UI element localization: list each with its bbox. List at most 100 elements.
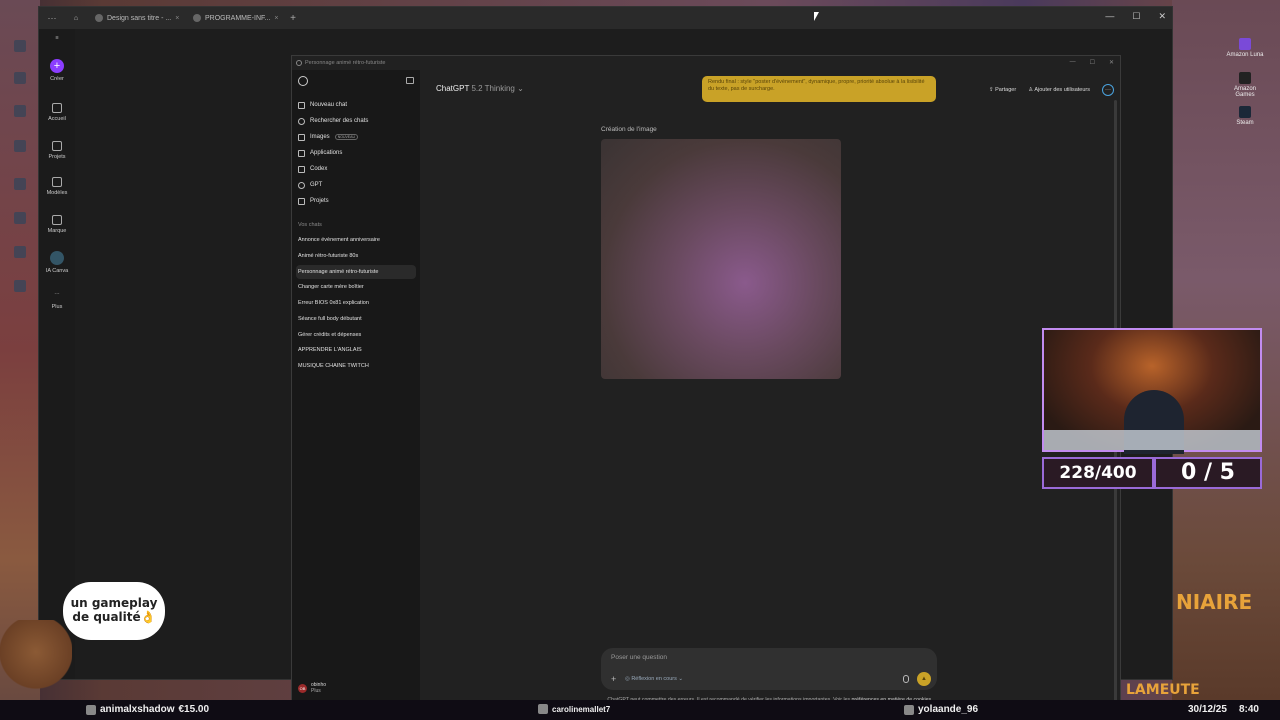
- desktop-icon[interactable]: [0, 72, 40, 86]
- sidebar-toggle-icon[interactable]: [406, 77, 414, 84]
- clock: 30/12/25 8:40: [1188, 704, 1259, 715]
- codex-button[interactable]: Codex: [298, 162, 414, 176]
- search-icon: [298, 117, 305, 125]
- steam-shortcut[interactable]: Steam: [1224, 106, 1266, 126]
- lameute-logo: LAMEUTE: [1126, 682, 1200, 698]
- minimize-icon[interactable]: —: [1070, 59, 1076, 66]
- canva-brand-button[interactable]: Marque: [39, 215, 75, 234]
- tab-label: PROGRAMME-INF...: [205, 14, 271, 22]
- chats-heading: Vos chats: [298, 222, 322, 228]
- sub-alert: yolaande_96: [904, 704, 978, 715]
- plus-icon[interactable]: +: [611, 674, 616, 684]
- chat-item[interactable]: Erreur BIOS 0x81 explication: [298, 296, 418, 310]
- canva-item-label: Créer: [50, 76, 64, 82]
- add-users-button[interactable]: ♙ Ajouter des utilisateurs: [1028, 87, 1090, 93]
- template-icon: [52, 177, 62, 187]
- gpt-button[interactable]: GPT: [298, 178, 414, 192]
- desktop-icon[interactable]: [0, 40, 40, 54]
- canva-more-button[interactable]: ··· Plus: [39, 291, 75, 310]
- time: 8:40: [1238, 704, 1259, 715]
- canva-create-button[interactable]: + Créer: [39, 59, 75, 82]
- nav-label: Nouveau chat: [310, 102, 348, 108]
- new-chat-button[interactable]: Nouveau chat: [298, 98, 414, 112]
- chatgpt-favicon-icon: [193, 14, 201, 22]
- brand-icon: [52, 215, 62, 225]
- prompt-input[interactable]: [611, 654, 891, 661]
- desktop-icon[interactable]: [0, 246, 40, 260]
- maximize-icon[interactable]: ☐: [1132, 11, 1140, 22]
- projects-button[interactable]: Projets: [298, 194, 414, 208]
- chevron-down-icon: ⌄: [517, 84, 524, 93]
- reflection-label: Réflexion en cours: [631, 676, 677, 682]
- edit-icon: [298, 101, 305, 109]
- home-icon[interactable]: ⌂: [65, 15, 87, 22]
- nav-label: Applications: [310, 150, 343, 156]
- images-button[interactable]: Images NOUVEAU: [298, 130, 414, 144]
- close-tab-icon[interactable]: ×: [175, 15, 179, 22]
- desktop-icon[interactable]: [0, 212, 40, 226]
- speech-bubble: un gameplay de qualité👌: [63, 582, 165, 640]
- chat-item[interactable]: MUSIQUE CHAINE TWITCH: [298, 359, 418, 373]
- microphone-icon[interactable]: [903, 675, 909, 683]
- search-chats-button[interactable]: Rechercher des chats: [298, 114, 414, 128]
- canva-item-label: Marque: [47, 228, 67, 234]
- minimize-icon[interactable]: —: [1105, 11, 1114, 22]
- send-button[interactable]: ▲: [917, 672, 931, 686]
- more-options-icon[interactable]: ···: [1102, 84, 1114, 96]
- home-icon: [52, 103, 62, 113]
- apps-button[interactable]: Applications: [298, 146, 414, 160]
- tab-label: Design sans titre - ...: [107, 14, 172, 22]
- amazon-luna-shortcut[interactable]: Amazon Luna: [1224, 38, 1266, 58]
- chat-item[interactable]: Annonce évènement anniversaire: [298, 233, 418, 247]
- canva-item-label: IA Canva: [45, 268, 69, 274]
- chat-item[interactable]: Changer carte mère boîtier: [298, 280, 418, 294]
- canva-projects-button[interactable]: Projets: [39, 141, 75, 160]
- canva-ai-button[interactable]: IA Canva: [39, 251, 75, 274]
- donation-user: animalxshadow: [100, 704, 175, 715]
- add-user-icon: ♙: [1028, 87, 1034, 93]
- donation-alert: animalxshadow €15.00: [86, 704, 209, 715]
- menu-dots-icon[interactable]: ···: [39, 13, 65, 23]
- chat-item[interactable]: Séance full body débutant: [298, 312, 418, 326]
- maximize-icon[interactable]: ☐: [1090, 59, 1095, 66]
- desktop-icon[interactable]: [0, 178, 40, 192]
- brand-logo-text: NIAIRE: [1176, 590, 1253, 614]
- chatgpt-sidebar: Nouveau chat Rechercher des chats Images…: [292, 70, 420, 700]
- apps-icon: [298, 149, 305, 157]
- stream-ticker: animalxshadow €15.00 carolinemallet7 yol…: [0, 700, 1280, 720]
- chat-item[interactable]: Animé rétro-futuriste 80s: [298, 249, 418, 263]
- desktop-icon[interactable]: [0, 280, 40, 294]
- model-selector[interactable]: ChatGPT 5.2 Thinking ⌄: [436, 84, 524, 93]
- follower-goal-counter: 228/400: [1042, 457, 1154, 489]
- user-plan: Plus: [311, 688, 321, 694]
- openai-logo-icon[interactable]: [298, 76, 308, 86]
- user-profile[interactable]: OB obinho Plus: [298, 682, 326, 694]
- close-tab-icon[interactable]: ×: [274, 15, 278, 22]
- folder-icon: [298, 197, 305, 205]
- reflection-selector[interactable]: ◎ Réflexion en cours ⌄: [625, 676, 683, 682]
- canva-sidebar: ≡ + Créer Accueil Projets Modèles Marque …: [39, 29, 75, 679]
- chatgpt-window: Personnage animé rétro-futuriste — ☐ ✕ N…: [291, 55, 1121, 710]
- tab-programme[interactable]: PROGRAMME-INF... ×: [185, 7, 283, 29]
- desk: [1044, 430, 1260, 450]
- date: 30/12/25: [1188, 704, 1227, 715]
- canva-templates-button[interactable]: Modèles: [39, 177, 75, 196]
- chat-item-active[interactable]: Personnage animé rétro-futuriste: [296, 265, 416, 279]
- window-title: Personnage animé rétro-futuriste: [305, 60, 386, 66]
- canva-home-button[interactable]: Accueil: [39, 103, 75, 122]
- close-icon[interactable]: ✕: [1158, 11, 1166, 22]
- canva-item-label: Accueil: [48, 116, 66, 122]
- amazon-games-shortcut[interactable]: Amazon Games: [1224, 72, 1266, 98]
- close-icon[interactable]: ✕: [1109, 59, 1114, 66]
- chat-item[interactable]: APPRENDRE L'ANGLAIS: [298, 343, 418, 357]
- share-button[interactable]: ⇪ Partager: [989, 87, 1016, 93]
- desktop-left-strip: [0, 0, 40, 700]
- chat-item[interactable]: Gérer crédits et dépenses: [298, 328, 418, 342]
- canva-menu-icon[interactable]: ≡: [39, 35, 75, 41]
- desktop-icon[interactable]: [0, 105, 40, 119]
- follower-icon: [538, 704, 548, 714]
- new-tab-icon[interactable]: +: [283, 13, 303, 24]
- nav-label: Projets: [310, 198, 329, 204]
- tab-design[interactable]: Design sans titre - ... ×: [87, 7, 185, 29]
- desktop-icon[interactable]: [0, 140, 40, 154]
